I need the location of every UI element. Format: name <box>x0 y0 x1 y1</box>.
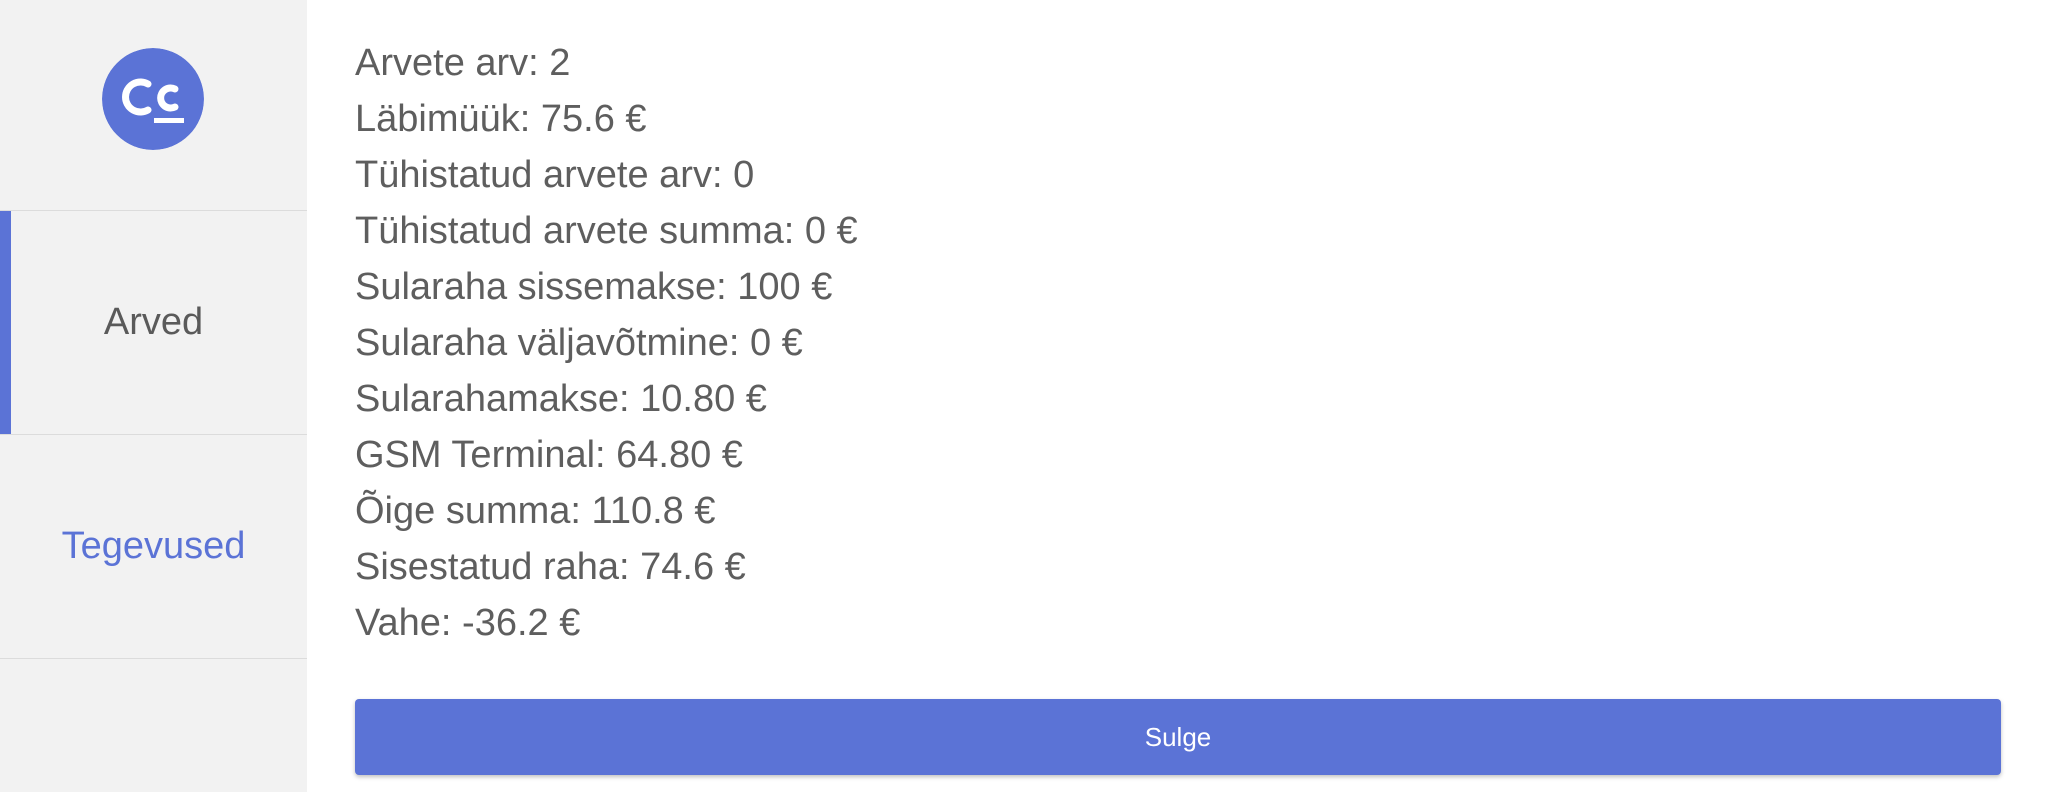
sidebar: Arved Tegevused <box>0 0 307 792</box>
stat-cash-payment: Sularahamakse: 10.80 € <box>355 378 767 420</box>
stat-cancelled-count: Tühistatud arvete arv: 0 <box>355 154 755 196</box>
stat-cash-withdrawal: Sularaha väljavõtmine: 0 € <box>355 322 803 364</box>
stat-difference: Vahe: -36.2 € <box>355 602 581 644</box>
stat-cancelled-sum: Tühistatud arvete summa: 0 € <box>355 210 858 252</box>
summary-panel: Arvete arv: 2 Läbimüük: 75.6 € Tühistatu… <box>355 35 2001 651</box>
stat-entered-money: Sisestatud raha: 74.6 € <box>355 546 746 588</box>
sidebar-item-arved[interactable]: Arved <box>0 211 307 435</box>
close-button[interactable]: Sulge <box>355 699 2001 775</box>
sidebar-item-label: Arved <box>103 301 204 343</box>
stat-cash-deposit: Sularaha sissemakse: 100 € <box>355 266 833 308</box>
stat-correct-sum: Õige summa: 110.8 € <box>355 490 716 532</box>
stat-turnover: Läbimüük: 75.6 € <box>355 98 647 140</box>
active-indicator <box>0 211 11 434</box>
logo-area <box>0 0 307 211</box>
sidebar-item-label: Tegevused <box>61 525 246 567</box>
sidebar-item-tegevused[interactable]: Tegevused <box>0 435 307 659</box>
cc-logo-icon <box>102 48 204 150</box>
app-window: Arved Tegevused Arvete arv: 2 Läbimüük: … <box>0 0 2048 792</box>
stat-gsm-terminal: GSM Terminal: 64.80 € <box>355 434 743 476</box>
stat-invoice-count: Arvete arv: 2 <box>355 42 571 84</box>
